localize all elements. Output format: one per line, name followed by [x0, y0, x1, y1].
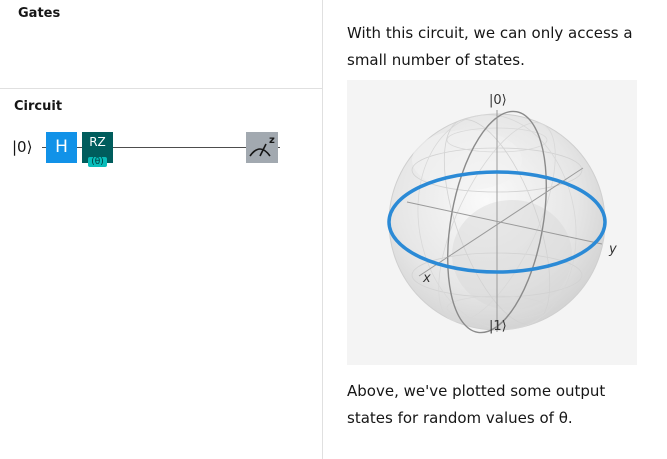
rz-gate[interactable]: RZ (θ): [82, 132, 113, 167]
vertical-divider: [322, 0, 323, 459]
qubit-wire: [42, 147, 280, 148]
gates-panel-title: Gates: [18, 6, 61, 21]
x-axis-label: x: [422, 271, 431, 286]
measure-basis-label: z: [269, 135, 275, 146]
outro-text: Above, we've plotted some output states …: [347, 382, 606, 427]
circuit-canvas[interactable]: |0⟩ H RZ (θ) z: [0, 128, 322, 168]
panel-divider: [0, 88, 322, 89]
ket-one-label: |1⟩: [489, 319, 507, 334]
y-axis-label: y: [608, 242, 617, 257]
bloch-sphere-plot: |0⟩ |1⟩ x y: [347, 80, 637, 365]
rz-gate-label: RZ: [89, 135, 106, 149]
measure-icon: z: [249, 135, 275, 157]
ket-zero-label: |0⟩: [489, 93, 507, 108]
rz-gate-param: (θ): [88, 157, 107, 167]
h-gate[interactable]: H: [46, 132, 77, 163]
intro-text: With this circuit, we can only access a …: [347, 24, 633, 69]
measurement-gate[interactable]: z: [246, 132, 278, 163]
circuit-panel-title: Circuit: [14, 99, 63, 114]
left-panel: Gates Circuit |0⟩ H RZ (θ) z: [0, 0, 322, 459]
qubit-label: |0⟩: [12, 138, 33, 156]
